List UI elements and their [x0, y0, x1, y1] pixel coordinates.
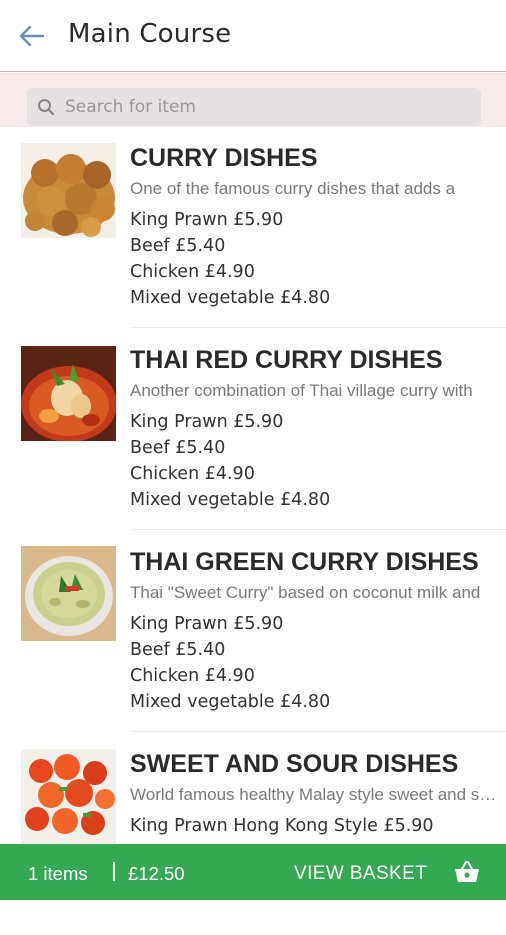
item-description: Thai "Sweet Curry" based on coconut milk… — [130, 583, 481, 602]
price-option[interactable]: Chicken £4.90 — [130, 262, 255, 282]
item-description: Another combination of Thai village curr… — [130, 381, 473, 400]
basket-icon[interactable] — [453, 860, 481, 884]
search-box[interactable] — [27, 88, 481, 126]
price-option[interactable]: Chicken £4.90 — [130, 666, 255, 686]
basket-item-count: 1 items — [28, 863, 88, 884]
price-option[interactable]: Mixed vegetable £4.80 — [130, 288, 330, 308]
dish-image — [21, 546, 116, 641]
price-option[interactable]: Beef £5.40 — [130, 640, 225, 660]
price-option[interactable]: Chicken £4.90 — [130, 464, 255, 484]
view-basket-button[interactable]: VIEW BASKET — [294, 863, 427, 885]
basket-separator — [113, 862, 115, 881]
item-description: World famous healthy Malay style sweet a… — [130, 785, 500, 804]
basket-total: £12.50 — [128, 863, 185, 884]
dish-image — [21, 749, 116, 844]
page-title: Main Course — [68, 19, 232, 49]
price-option[interactable]: King Prawn £5.90 — [130, 210, 283, 230]
menu-item[interactable]: THAI GREEN CURRY DISHES Thai "Sweet Curr… — [0, 531, 506, 733]
divider — [130, 327, 506, 328]
item-title: THAI GREEN CURRY DISHES — [130, 548, 479, 576]
menu-item[interactable]: CURRY DISHES One of the famous curry dis… — [0, 127, 506, 329]
item-title: THAI RED CURRY DISHES — [130, 346, 443, 374]
price-option[interactable]: Beef £5.40 — [130, 438, 225, 458]
basket-bar[interactable]: 1 items £12.50 VIEW BASKET — [0, 844, 506, 900]
menu-item[interactable]: THAI RED CURRY DISHES Another combinatio… — [0, 329, 506, 531]
price-option[interactable]: Beef £5.40 — [130, 236, 225, 256]
app-header: Main Course — [0, 0, 506, 72]
back-button[interactable] — [16, 22, 48, 50]
price-option[interactable]: King Prawn £5.90 — [130, 614, 283, 634]
dish-image — [21, 346, 116, 441]
search-input[interactable] — [63, 96, 467, 118]
arrow-left-icon — [19, 25, 45, 47]
dish-image — [21, 143, 116, 238]
price-option[interactable]: Mixed vegetable £4.80 — [130, 692, 330, 712]
divider — [130, 731, 506, 732]
divider — [130, 529, 506, 530]
item-description: One of the famous curry dishes that adds… — [130, 179, 456, 198]
menu-item[interactable]: SWEET AND SOUR DISHES World famous healt… — [0, 733, 506, 935]
item-title: CURRY DISHES — [130, 144, 318, 172]
price-option[interactable]: Mixed vegetable £4.80 — [130, 490, 330, 510]
price-option[interactable]: King Prawn £5.90 — [130, 412, 283, 432]
search-bar — [0, 73, 506, 127]
price-option[interactable]: King Prawn Hong Kong Style £5.90 — [130, 816, 434, 836]
search-icon — [38, 99, 55, 116]
item-title: SWEET AND SOUR DISHES — [130, 750, 459, 778]
